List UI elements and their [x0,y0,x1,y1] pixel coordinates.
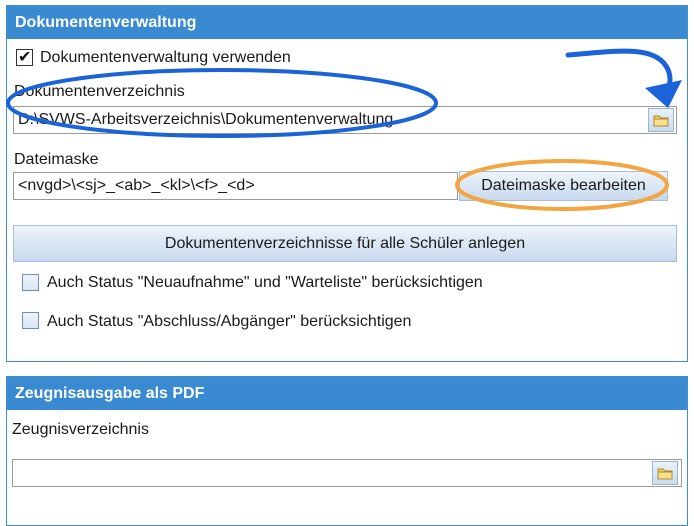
use-doc-management-label: Dokumentenverwaltung verwenden [40,49,291,66]
report-dir-field[interactable] [12,459,682,487]
folder-icon [653,115,669,127]
status-exit-checkbox[interactable] [22,312,39,329]
report-dir-browse-button[interactable] [652,461,678,485]
doc-dir-browse-button[interactable] [648,108,674,132]
status-exit-label: Auch Status "Abschluss/Abgänger" berücks… [47,313,412,330]
doc-dir-field[interactable]: D:\SVWS-Arbeitsverzeichnis\Dokumentenver… [13,106,677,134]
folder-icon [657,468,673,480]
status-new-waitlist-label: Auch Status "Neuaufnahme" und "Wartelist… [47,274,483,291]
doc-dir-label: Dokumentenverzeichnis [14,83,185,100]
doc-management-panel: Dokumentenverwaltung ✔ Dokumentenverwalt… [6,5,688,362]
status-new-waitlist-checkbox[interactable] [22,274,39,291]
file-mask-label: Dateimaske [14,151,99,168]
edit-file-mask-button[interactable]: Dateimaske bearbeiten [459,171,668,201]
pdf-report-panel: Zeugnisausgabe als PDF Zeugnisverzeichni… [6,376,688,526]
file-mask-field[interactable]: <nvgd>\<sj>_<ab>_<kl>\<f>_<d> [13,172,458,200]
use-doc-management-checkbox[interactable]: ✔ [16,49,33,66]
pdf-report-panel-title: Zeugnisausgabe als PDF [7,377,687,410]
doc-management-panel-title: Dokumentenverwaltung [7,6,687,39]
create-student-dirs-button[interactable]: Dokumentenverzeichnisse für alle Schüler… [13,225,677,262]
report-dir-label: Zeugnisverzeichnis [12,421,149,438]
checkmark-icon: ✔ [18,49,32,66]
